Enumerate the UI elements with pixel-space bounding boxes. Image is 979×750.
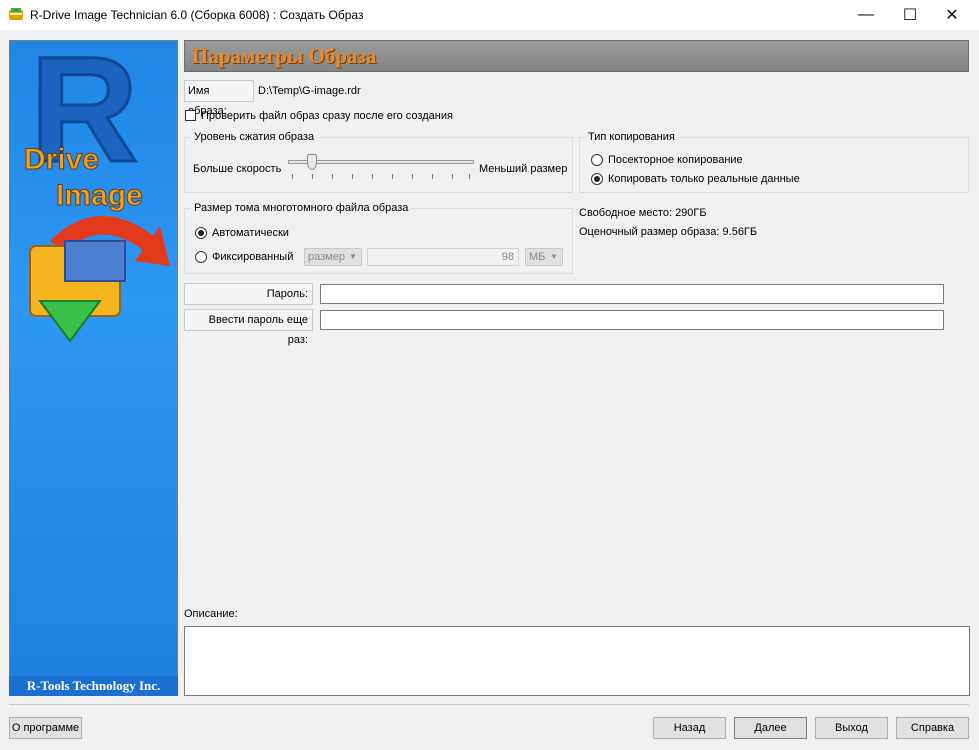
password-label: Пароль: [184,283,313,305]
help-button[interactable]: Справка [896,717,969,739]
chevron-down-icon: ▼ [349,252,357,261]
company-name: R-Tools Technology Inc. [26,678,161,693]
size-unit-value: МБ [529,251,546,263]
back-button[interactable]: Назад [653,717,726,739]
confirm-password-label: Ввести пароль еще раз: [184,309,313,346]
auto-size-label[interactable]: Автоматически [212,227,289,239]
sector-copy-label[interactable]: Посекторное копирование [608,154,743,166]
minimize-button[interactable]: — [843,0,889,30]
slider-tick [392,174,393,179]
window-title: R-Drive Image Technician 6.0 (Сборка 600… [30,8,364,22]
bottom-separator [9,704,969,705]
free-space-text: Свободное место: 290ГБ [579,207,707,219]
real-data-copy-label[interactable]: Копировать только реальные данные [608,173,800,185]
slider-tick [352,174,353,179]
slider-tick [332,174,333,179]
volume-size-group-title: Размер тома многотомного файла образа [191,202,412,214]
section-title: Параметры Образа [192,44,377,68]
size-type-combo[interactable]: размер ▼ [304,248,362,266]
description-textarea[interactable] [184,626,970,696]
next-button[interactable]: Далее [734,717,807,739]
copy-type-group-title: Тип копирования [585,131,678,143]
maximize-button[interactable]: ☐ [887,0,933,30]
slider-tick [452,174,453,179]
fixed-size-radio[interactable] [195,251,207,263]
slider-tick [292,174,293,179]
exit-button[interactable]: Выход [815,717,888,739]
product-banner: R Drive Image [9,40,178,696]
svg-text:Image: Image [56,179,143,212]
app-icon [8,7,24,21]
slider-tick [432,174,433,179]
verify-label[interactable]: Проверить файл образ сразу после его соз… [201,110,453,122]
about-button[interactable]: О программе [9,717,82,739]
auto-size-radio[interactable] [195,227,207,239]
svg-text:Drive: Drive [24,143,99,176]
fixed-size-label[interactable]: Фиксированный [212,251,293,263]
slider-tick [312,174,313,179]
compression-slider-thumb[interactable] [307,154,317,170]
password-input[interactable] [320,284,944,304]
estimated-size-text: Оценочный размер образа: 9.56ГБ [579,226,758,238]
description-label: Описание: [184,608,238,620]
size-value-input[interactable]: 98 [367,248,519,266]
chevron-down-icon: ▼ [550,252,558,261]
sector-copy-radio[interactable] [591,154,603,166]
compression-left-label: Больше скорость [193,163,282,175]
image-name-value[interactable]: D:\Temp\G-image.rdr [258,85,361,97]
compression-right-label: Меньший размер [479,163,568,175]
slider-tick [372,174,373,179]
confirm-password-input[interactable] [320,310,944,330]
slider-tick [469,174,470,179]
compression-group-title: Уровень сжатия образа [191,131,318,143]
close-button[interactable]: ✕ [929,0,975,30]
slider-tick [412,174,413,179]
real-data-copy-radio[interactable] [591,173,603,185]
verify-checkbox[interactable] [185,110,196,121]
size-unit-combo[interactable]: МБ ▼ [525,248,563,266]
size-type-value: размер [308,251,345,263]
image-name-label: Имя образа: [184,80,254,117]
banner-logo: R Drive Image [24,41,170,343]
